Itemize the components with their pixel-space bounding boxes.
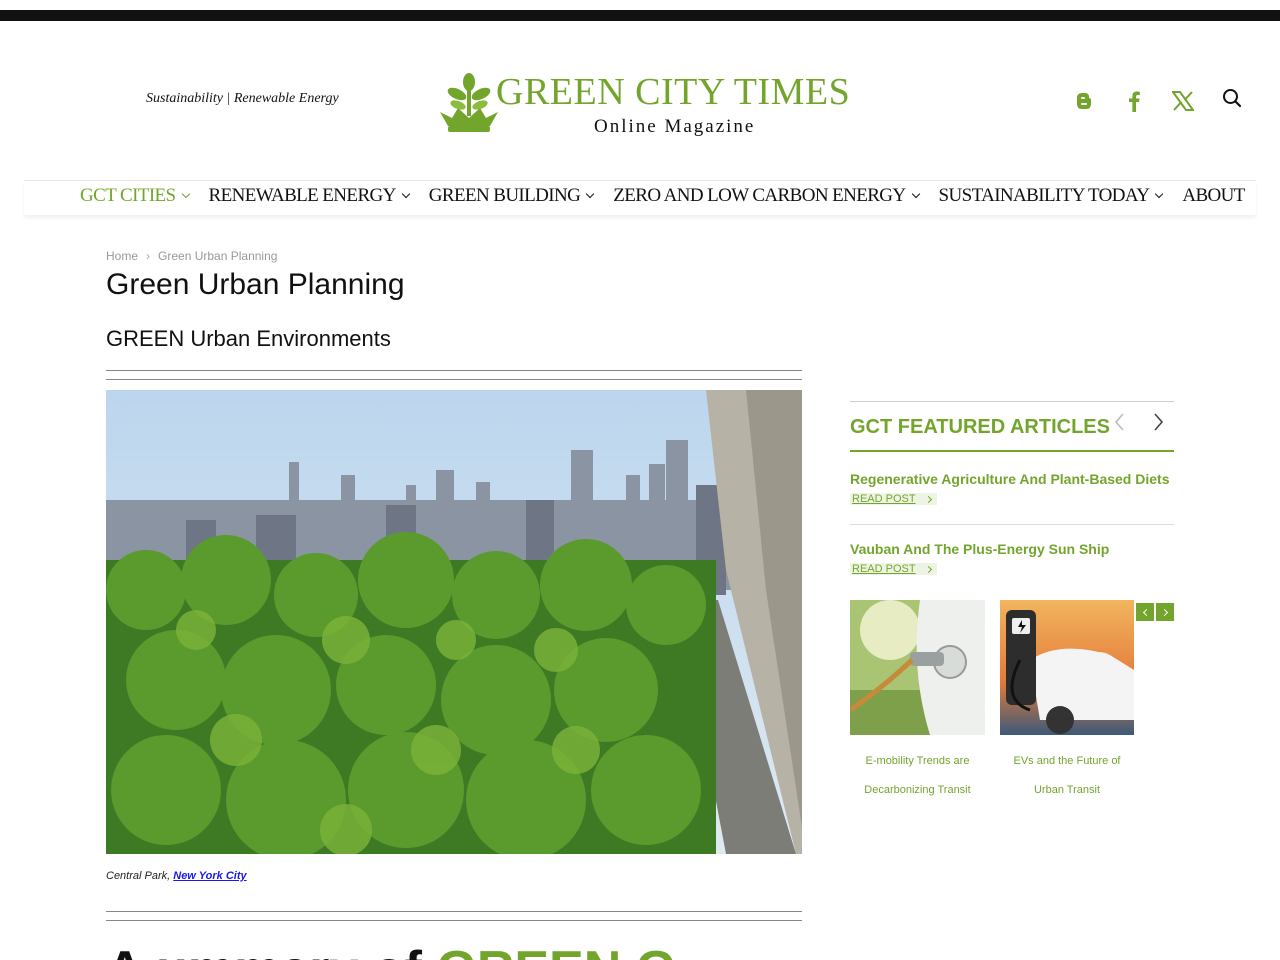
- featured-article: Regenerative Agriculture And Plant-Based…: [850, 471, 1174, 507]
- heading-start: A: [106, 941, 156, 960]
- card-thumbnail-ev-charging: [850, 600, 985, 735]
- heading-green: GREEN G: [436, 941, 676, 960]
- section-divider: [106, 370, 802, 380]
- read-post-label: READ POST: [852, 563, 916, 575]
- card-title: EVs and the Future of Urban Transit: [1013, 755, 1121, 796]
- nav-label: GREEN BUILDING: [428, 185, 581, 206]
- breadcrumb-home-link[interactable]: Home: [106, 249, 138, 263]
- caption-text: Central Park,: [106, 870, 174, 882]
- nav-item-gct-cities[interactable]: GCT CITIES: [80, 185, 190, 207]
- card-title: E-mobility Trends are Decarbonizing Tran…: [864, 755, 971, 796]
- chevron-right-icon: [924, 495, 932, 503]
- chevron-down-icon: [911, 189, 920, 199]
- chevron-right-icon: [1160, 608, 1168, 616]
- nav-label: ABOUT: [1182, 185, 1245, 206]
- search-icon[interactable]: [1219, 85, 1245, 111]
- logo-plant-crown-icon: [440, 73, 498, 132]
- section-heading-partial: A ummary of GREEN G: [106, 940, 806, 960]
- article-card[interactable]: E-mobility Trends are Decarbonizing Tran…: [850, 600, 985, 805]
- site-logo[interactable]: GREEN CITY TIMES Online Magazine: [436, 70, 856, 140]
- read-post-button[interactable]: READ POST: [850, 563, 937, 575]
- chevron-left-icon: [1142, 608, 1150, 616]
- main-nav: GCT CITIES RENEWABLE ENERGY GREEN BUILDI…: [24, 180, 1256, 215]
- featured-title: GCT FEATURED ARTICLES: [850, 416, 1110, 438]
- image-caption: Central Park, New York City: [106, 870, 247, 882]
- article-card[interactable]: EVs and the Future of Urban Transit: [1000, 600, 1134, 805]
- page-subtitle: GREEN Urban Environments: [106, 326, 391, 351]
- article-title-link[interactable]: Vauban And The Plus-Energy Sun Ship: [850, 541, 1174, 557]
- heading-mid: ummary of: [156, 941, 436, 960]
- widget-top-border: [850, 401, 1174, 402]
- chevron-down-icon: [586, 189, 595, 199]
- logo-title: GREEN CITY TIMES: [496, 71, 851, 113]
- nav-item-sustainability-today[interactable]: SUSTAINABILITY TODAY: [938, 185, 1164, 207]
- chevron-down-icon: [1155, 189, 1164, 199]
- card-thumbnail-ev-sunset: [1000, 600, 1134, 735]
- site-tagline: Sustainability | Renewable Energy: [146, 91, 339, 106]
- breadcrumb: Home › Green Urban Planning: [106, 249, 277, 263]
- nav-item-renewable-energy[interactable]: RENEWABLE ENERGY: [208, 185, 411, 207]
- featured-article: Vauban And The Plus-Energy Sun Ship READ…: [850, 541, 1174, 577]
- chevron-down-icon: [181, 189, 190, 199]
- carousel-next-button[interactable]: [1156, 603, 1174, 621]
- facebook-icon[interactable]: [1121, 88, 1147, 114]
- chevron-right-icon: [924, 565, 932, 573]
- article-divider: [850, 524, 1174, 525]
- article-title-link[interactable]: Regenerative Agriculture And Plant-Based…: [850, 471, 1174, 487]
- chevron-left-icon[interactable]: [1112, 410, 1128, 434]
- nav-label: GCT CITIES: [80, 185, 176, 206]
- featured-title-rule: [850, 450, 1174, 452]
- blogger-icon[interactable]: [1071, 88, 1097, 114]
- read-post-label: READ POST: [852, 493, 916, 505]
- hero-image-central-park: [106, 390, 802, 854]
- x-icon[interactable]: [1170, 88, 1196, 114]
- nav-item-zero-low-carbon[interactable]: ZERO AND LOW CARBON ENERGY: [613, 185, 920, 207]
- breadcrumb-current: Green Urban Planning: [158, 249, 278, 263]
- read-post-button[interactable]: READ POST: [850, 493, 937, 505]
- logo-subtitle: Online Magazine: [594, 116, 756, 137]
- chevron-right-icon[interactable]: [1150, 410, 1166, 434]
- top-black-bar: [0, 10, 1280, 21]
- section-divider: [106, 911, 802, 921]
- nav-label: RENEWABLE ENERGY: [208, 185, 397, 206]
- featured-arrows: [1112, 410, 1172, 434]
- nav-label: SUSTAINABILITY TODAY: [938, 185, 1150, 206]
- nav-item-green-building[interactable]: GREEN BUILDING: [428, 185, 595, 207]
- carousel-prev-button[interactable]: [1136, 603, 1154, 621]
- chevron-down-icon: [401, 189, 411, 199]
- nav-item-about[interactable]: ABOUT: [1182, 185, 1245, 207]
- page-title: Green Urban Planning: [106, 268, 405, 301]
- breadcrumb-separator: ›: [146, 249, 151, 263]
- caption-link-new-york-city[interactable]: New York City: [173, 870, 246, 882]
- nav-label: ZERO AND LOW CARBON ENERGY: [613, 185, 906, 206]
